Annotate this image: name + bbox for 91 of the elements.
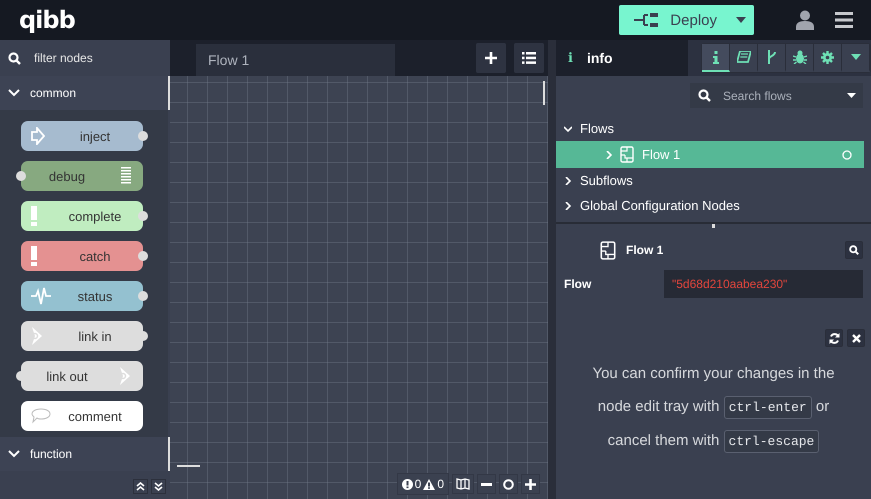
search-icon xyxy=(698,89,711,102)
warning-icon xyxy=(423,478,436,490)
palette-node[interactable]: complete xyxy=(21,201,143,231)
zoom-out-button[interactable] xyxy=(477,474,496,494)
palette-node[interactable]: debug xyxy=(21,161,143,191)
palette-node[interactable]: link out xyxy=(21,361,143,391)
flow-tab[interactable]: Flow 1 xyxy=(196,44,395,76)
speech-bubble-icon xyxy=(31,408,51,424)
pulse-icon xyxy=(31,287,51,305)
link-arrow-icon xyxy=(119,366,131,386)
flow-canvas[interactable]: 0 0 xyxy=(170,76,548,499)
add-flow-button[interactable] xyxy=(476,43,506,73)
arrow-icon xyxy=(31,127,45,145)
palette-node[interactable]: catch xyxy=(21,241,143,271)
sidebar-tab[interactable]: i info xyxy=(556,40,688,76)
chevron-icon xyxy=(8,89,20,97)
tree-item[interactable]: Flows xyxy=(556,116,871,141)
category-label: common xyxy=(30,86,76,100)
sidebar-button[interactable] xyxy=(758,44,786,72)
double-chevron-up-icon xyxy=(136,482,145,490)
zoom-reset-button[interactable] xyxy=(499,474,518,494)
logo: qibb xyxy=(19,8,75,32)
zoom-in-button[interactable] xyxy=(521,474,540,494)
circle-icon xyxy=(503,478,514,490)
sidebar-button[interactable] xyxy=(814,44,842,72)
refresh-icon xyxy=(828,332,840,344)
menu-icon[interactable] xyxy=(835,12,853,28)
sidebar-button[interactable] xyxy=(842,44,870,72)
tree-item[interactable]: Subflows xyxy=(556,168,871,193)
circle-icon xyxy=(842,150,852,160)
minus-icon xyxy=(481,482,492,486)
caret-icon xyxy=(847,93,856,98)
tip-text: You can confirm your changes in the node edit tray with ctrl-enter or cancel them with ctrl-escape xyxy=(556,357,871,458)
info-icon xyxy=(712,50,718,64)
close-button[interactable] xyxy=(847,329,865,347)
detail-title: Flow 1 xyxy=(626,243,664,257)
chevron-icon xyxy=(606,150,612,158)
user-icon[interactable] xyxy=(796,10,814,30)
sidebar-button[interactable] xyxy=(730,44,758,72)
refresh-button[interactable] xyxy=(825,329,843,347)
chevron-icon xyxy=(564,124,572,132)
property-value: "5d68d210aabea230" xyxy=(664,270,863,298)
collapse-all-button[interactable] xyxy=(133,478,148,494)
link-arrow-icon xyxy=(31,326,43,346)
branch-icon xyxy=(766,50,776,64)
error-count: 0 xyxy=(414,477,422,491)
sidebar-button[interactable] xyxy=(702,44,730,72)
exclamation-icon xyxy=(31,206,37,226)
palette-node[interactable]: status xyxy=(21,281,143,311)
exclamation-icon xyxy=(31,246,37,266)
plus-icon xyxy=(485,52,497,64)
caret-icon xyxy=(850,54,860,60)
search-icon xyxy=(8,52,21,64)
list-icon xyxy=(121,166,131,186)
category-header[interactable]: common xyxy=(0,76,170,110)
palette-node[interactable]: comment xyxy=(21,401,143,431)
palette-node[interactable]: inject xyxy=(21,121,143,151)
filter-field[interactable]: filter nodes xyxy=(29,51,159,65)
expand-all-button[interactable] xyxy=(151,478,166,494)
chevron-icon xyxy=(564,176,572,184)
bug-icon xyxy=(792,50,806,64)
double-chevron-down-icon xyxy=(154,482,163,490)
deploy-button[interactable]: Deploy xyxy=(619,5,754,35)
sidebar-button[interactable] xyxy=(786,44,814,72)
scrollbar-thumb[interactable] xyxy=(177,465,200,467)
scrollbar-thumb[interactable] xyxy=(543,81,545,105)
book-icon xyxy=(736,51,750,63)
close-icon xyxy=(852,334,860,342)
flow-list-button[interactable] xyxy=(514,43,544,73)
list-icon xyxy=(522,52,536,64)
flow-icon xyxy=(633,13,660,27)
navigator-button[interactable] xyxy=(452,474,474,494)
chevron-icon xyxy=(564,202,572,210)
flow-icon xyxy=(600,240,616,260)
plus-icon xyxy=(525,478,536,490)
property-name: Flow xyxy=(563,277,592,291)
tree-item[interactable]: Global Configuration Nodes xyxy=(556,193,871,218)
error-icon xyxy=(402,478,413,490)
gear-icon xyxy=(821,50,834,64)
status-counter[interactable]: 0 0 xyxy=(396,473,449,495)
chevron-icon xyxy=(8,450,20,458)
flow-icon xyxy=(620,146,634,163)
search-field[interactable]: Search flows xyxy=(690,83,863,108)
search-button[interactable] xyxy=(845,241,863,259)
map-icon xyxy=(456,478,470,490)
category-label: function xyxy=(30,447,72,461)
category-header[interactable]: function xyxy=(0,437,170,471)
palette-node[interactable]: link in xyxy=(21,321,143,351)
caret-icon xyxy=(736,17,746,23)
warning-count: 0 xyxy=(437,477,444,491)
search-icon xyxy=(849,245,859,255)
